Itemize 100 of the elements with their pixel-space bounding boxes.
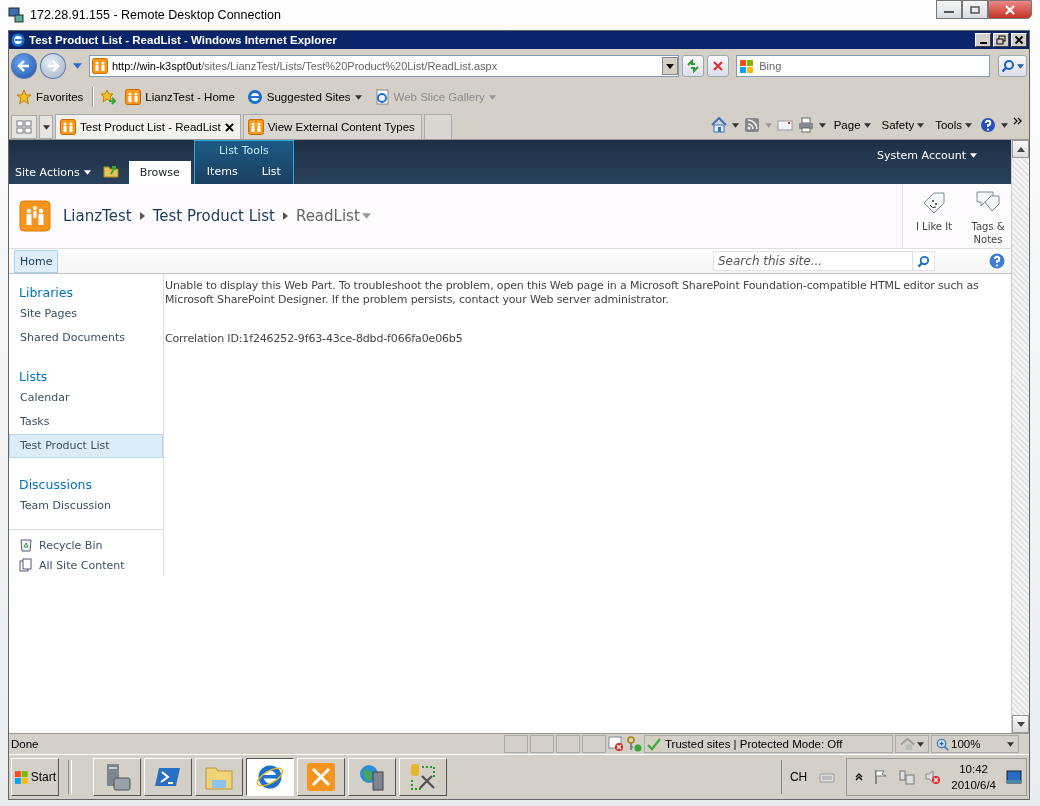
nav-item[interactable]: Tasks [9,410,163,434]
browser-tab[interactable]: View External Content Types [242,114,422,139]
close-icon [1014,35,1024,45]
command-menu[interactable]: Page [830,119,874,131]
caret-icon [917,122,925,128]
url-host: http://win-k3spt0ut [111,60,202,72]
security-zone[interactable]: Trusted sites | Protected Mode: Off [644,735,893,753]
error-message: Unable to display this Web Part. To troubleshoot the problem, open this Web page in a Microsoft SharePoint Foundation-compatible HTML editor such as Microsoft SharePoint Designer. If the problem persists, contact your Web server administrator. [165,279,980,307]
nav-heading[interactable]: Libraries [9,283,163,302]
close-icon[interactable] [224,122,234,132]
social-button[interactable]: Tags & Notes [967,184,1009,248]
search-field[interactable]: Bing [736,55,990,77]
browser-tab[interactable]: Test Product List - ReadList [55,114,241,139]
breadcrumb-link[interactable]: ReadList [295,207,360,225]
zoom-icon [936,737,949,751]
correlation-id: Correlation ID:1f246252-9f63-43ce-8dbd-f066fa0e06b5 [165,332,464,346]
stop-button[interactable] [707,55,730,77]
windows-logo-icon [14,769,30,785]
site-icon [60,119,76,135]
popup-blocked-icon[interactable] [608,736,624,752]
volume-muted-icon[interactable] [925,769,942,785]
home-icon[interactable] [710,117,727,133]
show-hidden-icons[interactable] [855,773,864,781]
nav-item[interactable]: Team Discussion [9,494,163,518]
nav-item[interactable]: Site Pages [9,302,163,326]
help-icon[interactable] [989,253,1005,269]
command-menu[interactable]: Safety [878,119,928,131]
forward-button[interactable] [39,53,66,79]
caret-icon [1017,63,1024,69]
check-icon [647,737,661,751]
star-icon [16,89,32,105]
caret-icon[interactable] [818,122,826,128]
tab-list-button[interactable] [39,115,53,139]
scrollbar[interactable] [1011,140,1029,733]
ribbon-tab[interactable]: List [249,160,293,182]
site-logo-icon [19,200,51,232]
taskbar-button[interactable] [246,758,294,796]
search-input[interactable]: Bing [759,60,989,72]
status-pane [530,735,554,753]
grid-icon [16,120,32,134]
caret-icon [1007,741,1014,747]
nav-item[interactable]: Test Product List [9,434,163,458]
minimize-button[interactable] [936,0,962,19]
nav-heading[interactable]: Lists [9,367,163,386]
help-icon[interactable] [980,117,996,133]
down-arrow-icon[interactable] [1016,721,1025,727]
printer-icon[interactable] [797,117,814,133]
globe-server-icon [357,762,387,792]
search-button[interactable] [998,55,1027,77]
back-arrow-icon [17,59,31,73]
folder-up-icon[interactable] [102,163,119,179]
status-text: Done [10,738,40,750]
caret-icon[interactable] [731,122,739,128]
browser-title: Test Product List - ReadList - Windows Internet Explorer [29,34,337,46]
favorites-button[interactable]: Favorites [13,87,87,107]
caret-icon[interactable] [1001,122,1008,128]
chevron-icon[interactable] [1013,117,1023,125]
nav-link[interactable]: All Site Content [39,558,125,572]
breadcrumb-link[interactable]: Test Product List [152,207,275,225]
start-button[interactable]: Start [11,758,59,796]
restore-icon [996,35,1006,45]
show-desktop-icon[interactable] [1006,769,1022,785]
caret-icon [83,169,91,175]
status-pane [582,735,606,753]
user-menu[interactable]: System Account [871,140,983,163]
url-path: /sites/LianzTest/Lists/Test%20Product%20List/ReadList.aspx [201,60,498,72]
command-menu[interactable]: Tools [932,119,975,131]
tools-icon [306,762,336,792]
refresh-icon [686,59,701,73]
protected-mode-button[interactable] [895,735,929,753]
breadcrumb-separator-icon [139,212,145,220]
tab-group-label: List Tools [217,143,270,159]
windows-logo-icon [739,58,756,74]
site-icon [91,58,108,74]
top-nav-link[interactable]: Home [14,249,59,273]
window-title: 172.28.91.155 - Remote Desktop Connection [30,8,281,22]
caret-icon [488,94,496,100]
favorites-link[interactable]: Suggested Sites [243,87,365,107]
close-icon [1004,3,1016,16]
caret-icon [863,122,871,128]
status-pane [556,735,580,753]
documents-icon [19,558,33,572]
ribbon-tab[interactable]: Browse [128,161,191,184]
address-field[interactable]: http://win-k3spt0ut/sites/LianzTest/Lists/Test%20Product%20List/ReadList.aspx [88,55,680,77]
up-arrow-icon[interactable] [1016,146,1025,152]
nav-item[interactable]: Shared Documents [9,326,163,350]
language-indicator[interactable]: CH [789,770,808,784]
ribbon-tab[interactable]: Items [194,160,250,182]
dropdown-button[interactable] [662,57,679,75]
social-button[interactable]: I Like It [905,184,963,248]
back-button[interactable] [11,53,37,79]
site-actions-menu[interactable]: Site Actions [15,160,91,184]
breadcrumb-link[interactable]: LianzTest [63,207,132,225]
nav-item[interactable]: Calendar [9,386,163,410]
site-search-box[interactable]: Search this site... [713,251,935,271]
nav-link[interactable]: Recycle Bin [39,538,103,552]
nav-heading[interactable]: Discussions [9,475,163,494]
page-icon [373,89,390,105]
zoom-button[interactable]: 100% [931,735,1019,753]
favorites-link[interactable]: LianzTest - Home [122,87,238,107]
